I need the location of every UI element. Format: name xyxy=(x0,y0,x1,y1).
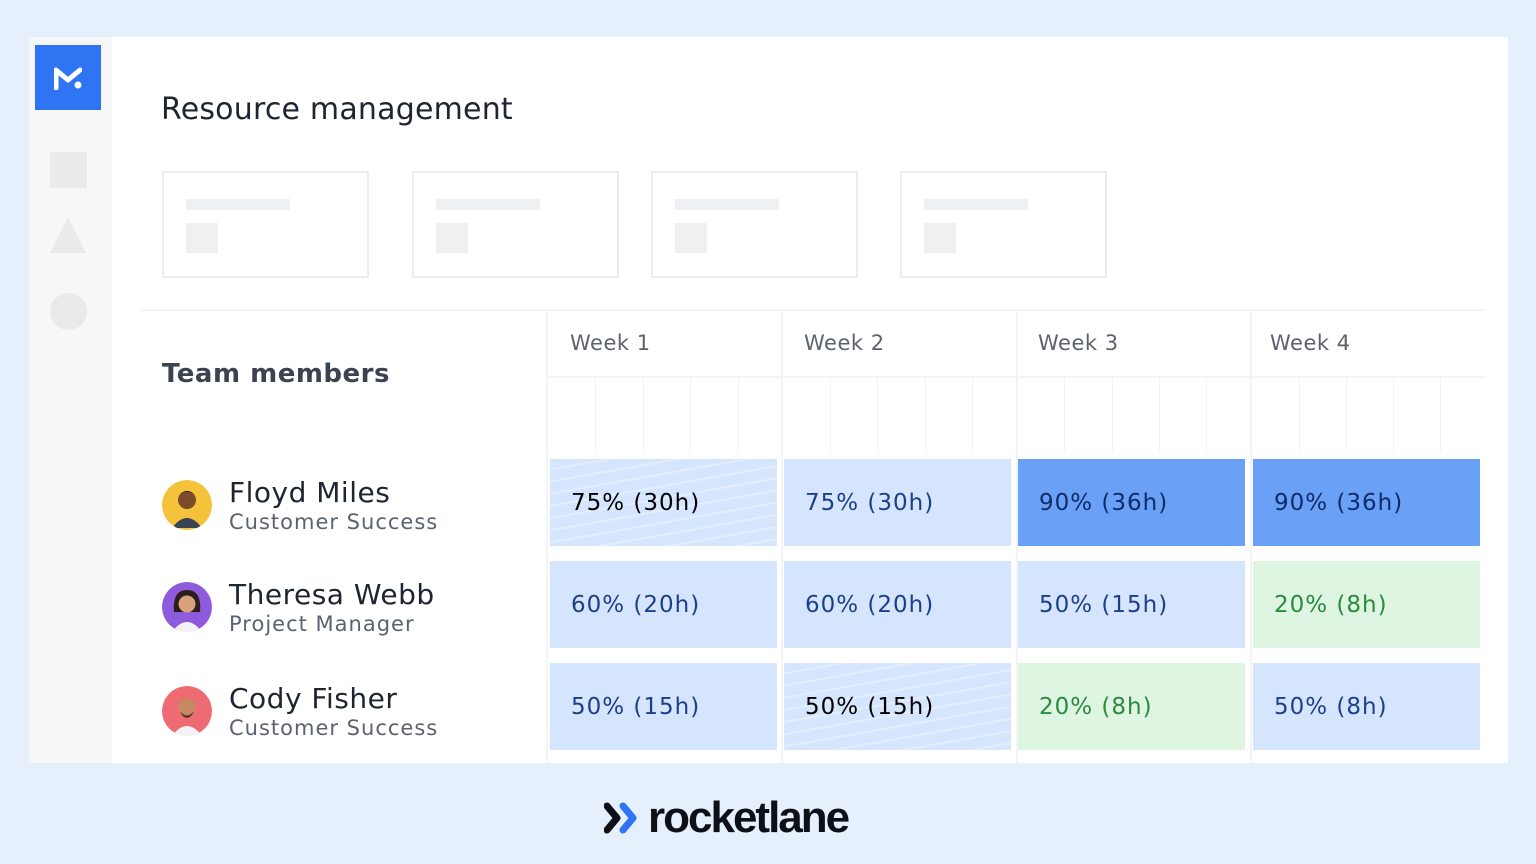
allocation-cell[interactable]: 60% (20h) xyxy=(550,561,777,648)
placeholder-box xyxy=(186,223,218,253)
day-tick xyxy=(830,378,831,453)
column-divider xyxy=(781,312,783,763)
square-placeholder-icon[interactable] xyxy=(50,152,87,188)
day-tick xyxy=(1112,378,1113,453)
summary-card-placeholder[interactable] xyxy=(900,171,1107,278)
day-tick xyxy=(1393,378,1394,453)
allocation-cell[interactable]: 75% (30h) xyxy=(784,459,1011,546)
placeholder-line xyxy=(675,199,779,210)
placeholder-line xyxy=(924,199,1028,210)
allocation-cell[interactable]: 90% (36h) xyxy=(1253,459,1480,546)
column-divider xyxy=(546,312,548,763)
day-tick xyxy=(877,378,878,453)
allocation-cell[interactable]: 20% (8h) xyxy=(1253,561,1480,648)
summary-card-placeholder[interactable] xyxy=(651,171,858,278)
app-window: Resource management Team members Week 1 … xyxy=(29,37,1508,763)
column-divider xyxy=(1250,312,1252,763)
avatar xyxy=(162,480,212,530)
day-tick xyxy=(972,378,973,453)
day-tick xyxy=(595,378,596,453)
week-header-3: Week 3 xyxy=(1038,331,1119,355)
placeholder-line xyxy=(186,199,290,210)
avatar xyxy=(162,582,212,632)
allocation-cell[interactable]: 75% (30h) xyxy=(550,459,777,546)
placeholder-box xyxy=(675,223,707,253)
day-tick xyxy=(925,378,926,453)
summary-card-placeholder[interactable] xyxy=(412,171,619,278)
triangle-placeholder-icon[interactable] xyxy=(50,217,86,253)
sidebar xyxy=(29,37,112,763)
day-tick xyxy=(738,378,739,453)
brand-name: rocketlane xyxy=(648,793,850,842)
double-chevron-icon xyxy=(604,802,637,834)
allocation-cell[interactable]: 50% (8h) xyxy=(1253,663,1480,750)
member-name[interactable]: Theresa Webb xyxy=(229,578,435,611)
day-tick xyxy=(1159,378,1160,453)
day-tick xyxy=(643,378,644,453)
app-logo[interactable] xyxy=(35,45,101,110)
placeholder-box xyxy=(924,223,956,253)
allocation-cell[interactable]: 90% (36h) xyxy=(1018,459,1245,546)
allocation-cell[interactable]: 50% (15h) xyxy=(784,663,1011,750)
member-name[interactable]: Floyd Miles xyxy=(229,476,390,509)
avatar xyxy=(162,686,212,736)
member-role: Customer Success xyxy=(229,716,439,740)
day-tick xyxy=(1299,378,1300,453)
day-tick xyxy=(690,378,691,453)
day-tick xyxy=(1206,378,1207,453)
rocketlane-brand: rocketlane xyxy=(604,790,850,846)
member-name[interactable]: Cody Fisher xyxy=(229,682,397,715)
page-title: Resource management xyxy=(161,92,513,127)
day-tick xyxy=(1064,378,1065,453)
m-logo-icon xyxy=(54,67,82,90)
week-header-2: Week 2 xyxy=(804,331,885,355)
week-header-1: Week 1 xyxy=(570,331,651,355)
allocation-cell[interactable]: 60% (20h) xyxy=(784,561,1011,648)
summary-card-placeholder[interactable] xyxy=(162,171,369,278)
week-header-4: Week 4 xyxy=(1270,331,1351,355)
allocation-cell[interactable]: 20% (8h) xyxy=(1018,663,1245,750)
placeholder-line xyxy=(436,199,540,210)
day-tick xyxy=(1346,378,1347,453)
allocation-cell[interactable]: 50% (15h) xyxy=(1018,561,1245,648)
day-tick xyxy=(1440,378,1441,453)
allocation-cell[interactable]: 50% (15h) xyxy=(550,663,777,750)
member-role: Project Manager xyxy=(229,612,415,636)
circle-placeholder-icon[interactable] xyxy=(50,293,87,330)
member-role: Customer Success xyxy=(229,510,439,534)
team-members-header: Team members xyxy=(162,359,390,389)
table-divider xyxy=(141,309,1486,311)
placeholder-box xyxy=(436,223,468,253)
